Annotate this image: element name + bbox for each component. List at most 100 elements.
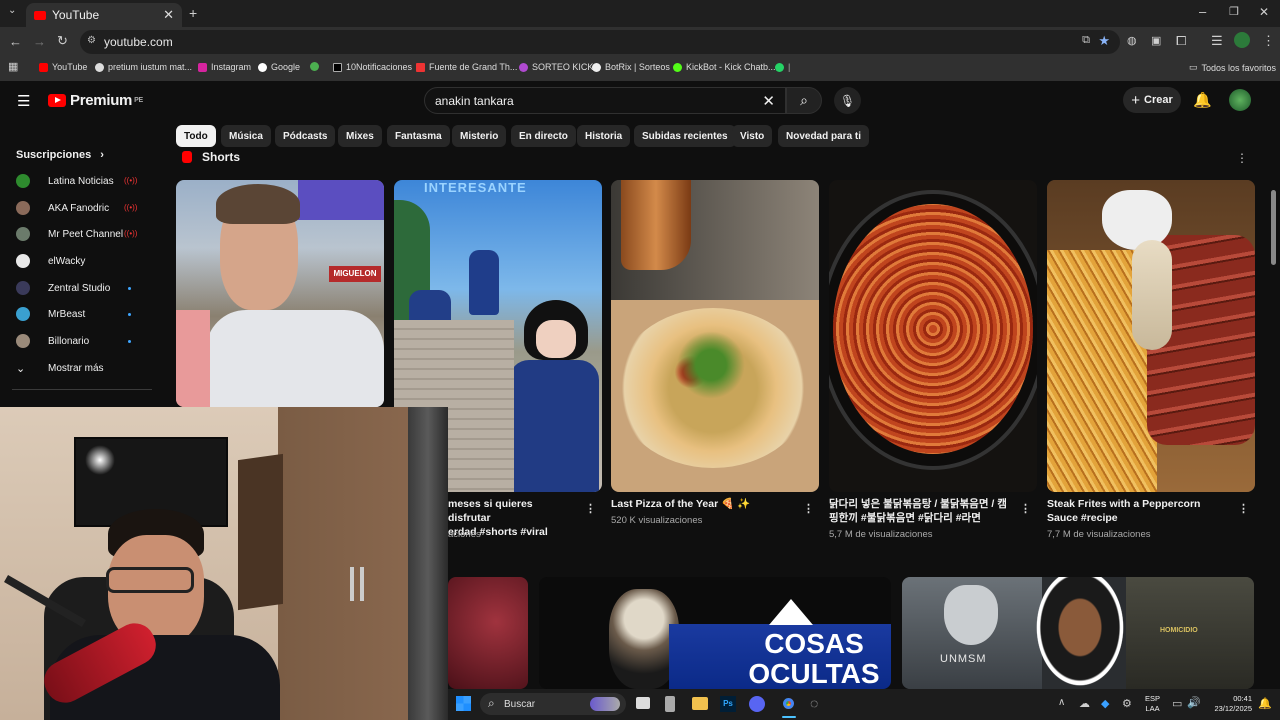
bookmark-kickbot[interactable]: KickBot - Kick Chatb... — [673, 62, 776, 72]
clock[interactable]: 00:41 23/12/2025 — [1210, 694, 1252, 714]
sidebar-item-mrbeast[interactable]: MrBeast — [16, 304, 85, 324]
short-thumbnail[interactable]: MIGUELON — [176, 180, 384, 407]
chip-historia[interactable]: Historia — [577, 125, 631, 147]
extensions-puzzle-icon[interactable]: ⧠ — [1176, 33, 1186, 49]
bookmark-sorteo-kick[interactable]: SORTEO KICK — [519, 62, 593, 72]
bookmark-google[interactable]: Google — [258, 62, 300, 72]
app-icon[interactable]: ◌ — [810, 695, 818, 711]
close-tab-icon[interactable]: ✕ — [163, 7, 174, 23]
chip-fantasma[interactable]: Fantasma — [387, 125, 450, 147]
chip-subidas-recientes[interactable]: Subidas recientes — [634, 125, 736, 147]
notifications-bell-icon[interactable]: 🔔 — [1193, 91, 1212, 109]
network-icon[interactable]: ⚙ — [1122, 697, 1132, 710]
more-options-icon[interactable]: ⋮ — [585, 502, 596, 515]
file-explorer-icon[interactable] — [692, 697, 708, 710]
chip-todo[interactable]: Todo — [176, 125, 216, 147]
restore-icon[interactable]: ❐ — [1229, 5, 1239, 18]
subscriptions-header[interactable]: Suscripciones › — [16, 149, 104, 161]
volume-icon[interactable]: 🔊 — [1187, 696, 1201, 709]
bookmark-botrix[interactable]: BotRix | Sorteos — [592, 62, 670, 72]
voice-search-button[interactable]: 🎙 — [834, 87, 861, 114]
page-scrollbar[interactable] — [1271, 190, 1276, 265]
tab-youtube[interactable]: YouTube ✕ — [26, 3, 182, 27]
chip-visto[interactable]: Visto — [732, 125, 773, 147]
bookmark-extension[interactable] — [310, 62, 319, 71]
sidebar-item-aka-fanodric[interactable]: AKA Fanodric — [16, 198, 109, 218]
discord-icon[interactable] — [749, 696, 765, 712]
chip-novedad[interactable]: Novedad para ti — [778, 125, 870, 147]
bookmark-youtube[interactable]: YouTube — [39, 62, 87, 72]
sidebar-item-billonario[interactable]: Billonario — [16, 331, 89, 351]
bookmark-fuente-gta[interactable]: Fuente de Grand Th... — [416, 62, 517, 72]
short-thumbnail[interactable] — [611, 180, 819, 492]
chip-musica[interactable]: Música — [221, 125, 271, 147]
short-title[interactable]: Steak Frites with a Peppercorn Sauce #re… — [1047, 497, 1227, 525]
short-thumbnail[interactable] — [829, 180, 1037, 492]
onedrive-icon[interactable]: ☁ — [1079, 697, 1090, 710]
notification-center-icon[interactable]: 🔔 — [1258, 697, 1272, 710]
bookmark-10notificaciones[interactable]: 10Notificaciones — [333, 62, 412, 72]
hamburger-menu-icon[interactable]: ☰ — [17, 92, 30, 110]
show-hidden-icons[interactable]: ∧ — [1058, 697, 1065, 708]
install-app-icon[interactable]: ⧉ — [1082, 34, 1090, 47]
chip-mixes[interactable]: Mixes — [338, 125, 382, 147]
video-thumbnail[interactable] — [448, 577, 528, 689]
more-options-icon[interactable]: ⋮ — [1020, 502, 1031, 515]
chip-misterio[interactable]: Misterio — [452, 125, 507, 147]
sidebar-item-latina-noticias[interactable]: Latina Noticias — [16, 171, 114, 191]
reload-icon[interactable]: ↻ — [57, 33, 68, 49]
reading-list-icon[interactable]: ☰ — [1211, 33, 1223, 49]
youtube-premium-logo[interactable]: Premium PE — [48, 92, 143, 109]
lamp-glow — [85, 445, 115, 475]
bookmark-pretium[interactable]: pretium iustum mat... — [95, 62, 192, 72]
extension-icon[interactable]: ▣ — [1151, 34, 1161, 47]
minimize-icon[interactable]: – — [1199, 4, 1206, 19]
sidebar-item-zentral-studio[interactable]: Zentral Studio — [16, 278, 110, 298]
more-options-icon[interactable]: ⋮ — [803, 502, 814, 515]
chip-podcasts[interactable]: Pódcasts — [275, 125, 336, 147]
video-thumbnail[interactable]: COSAS OCULTAS — [539, 577, 891, 689]
sidebar-item-elwacky[interactable]: elWacky — [16, 251, 85, 271]
short-title[interactable]: Last Pizza of the Year 🍕 ✨ — [611, 497, 791, 511]
app-icon[interactable] — [665, 696, 675, 712]
short-thumbnail[interactable] — [1047, 180, 1255, 492]
profile-avatar[interactable] — [1234, 32, 1250, 48]
close-window-icon[interactable]: ✕ — [1259, 5, 1269, 19]
address-bar[interactable]: ⚙ youtube.com ⧉ ★ — [80, 30, 1120, 54]
noodles — [833, 204, 1033, 454]
bookmark-whatsapp[interactable]: | — [775, 62, 790, 72]
show-more-button[interactable]: ⌄ Mostrar más — [16, 358, 104, 378]
wardrobe-handle — [360, 567, 364, 601]
monitor-icon[interactable]: ▭ — [1172, 697, 1182, 710]
back-icon[interactable]: ← — [9, 34, 22, 49]
language-indicator[interactable]: ESP LAA — [1145, 694, 1160, 714]
video-thumbnail[interactable]: UNMSM HOMICIDIO — [902, 577, 1254, 689]
site-info-icon[interactable]: ⚙ — [87, 35, 96, 46]
all-bookmarks-folder[interactable]: ▭ Todos los favoritos — [1189, 62, 1276, 73]
photoshop-icon[interactable]: Ps — [720, 696, 736, 712]
forward-icon[interactable]: → — [33, 34, 46, 49]
search-button[interactable]: ⌕ — [786, 87, 822, 114]
bookmark-star-icon[interactable]: ★ — [1098, 33, 1110, 49]
chrome-icon[interactable] — [780, 695, 797, 712]
create-button[interactable]: + Crear — [1123, 87, 1181, 113]
browser-menu-icon[interactable]: ⋮ — [1262, 33, 1275, 49]
tab-search-icon[interactable]: ⌄ — [8, 5, 16, 16]
short-title[interactable]: 닭다리 넣은 불닭볶음탕 / 불닭볶음면 / 캠핑한끼 #불닭볶음면 #닭다리 … — [829, 497, 1009, 525]
section-more-options-icon[interactable]: ⋮ — [1236, 151, 1248, 165]
sidebar-item-mr-peet-channel[interactable]: Mr Peet Channel — [16, 224, 123, 244]
more-options-icon[interactable]: ⋮ — [1238, 502, 1249, 515]
chip-en-directo[interactable]: En directo — [511, 125, 576, 147]
clear-search-icon[interactable]: ✕ — [762, 92, 775, 110]
extension-icon[interactable]: ◍ — [1127, 34, 1137, 47]
search-input[interactable]: anakin tankara ✕ — [424, 87, 786, 114]
security-icon[interactable]: ◆ — [1101, 697, 1109, 710]
windows-start-icon[interactable] — [456, 696, 471, 711]
apps-grid-icon[interactable]: ▦ — [8, 60, 18, 73]
task-view-icon[interactable] — [636, 697, 650, 709]
new-tab-icon[interactable]: + — [189, 5, 197, 21]
account-avatar[interactable] — [1229, 89, 1251, 111]
bookmark-instagram[interactable]: Instagram — [198, 62, 251, 72]
taskbar-search[interactable]: ⌕ Buscar — [480, 693, 626, 715]
plus-icon: + — [1131, 91, 1140, 109]
